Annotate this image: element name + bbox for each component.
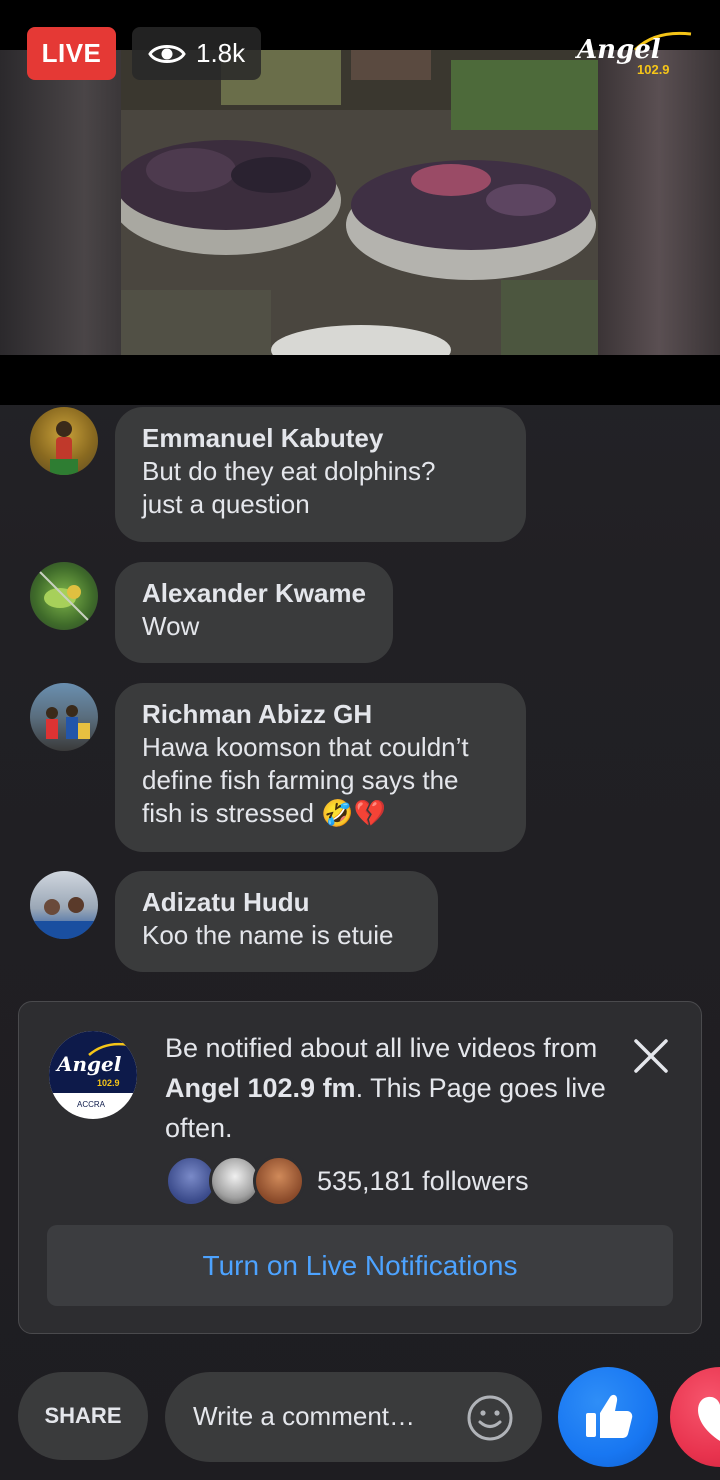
avatar[interactable] xyxy=(30,562,98,630)
comment-line: But do they eat dolphins? xyxy=(142,456,436,486)
video-player[interactable]: LIVE 1.8k Angel 102.9 xyxy=(0,0,720,405)
avatar[interactable] xyxy=(30,407,98,475)
turn-on-notifications-button[interactable]: Turn on Live Notifications xyxy=(47,1225,673,1306)
emoji-icon[interactable] xyxy=(465,1393,515,1443)
comment-bubble[interactable]: Richman Abizz GH Hawa koomson that could… xyxy=(115,683,526,852)
comment-author[interactable]: Richman Abizz GH xyxy=(142,697,499,731)
svg-text:102.9: 102.9 xyxy=(97,1078,120,1088)
like-reaction-button[interactable] xyxy=(558,1367,658,1467)
svg-text:ACCRA: ACCRA xyxy=(77,1100,106,1109)
comment-author[interactable]: Alexander Kwame xyxy=(142,576,366,610)
avatar[interactable] xyxy=(30,683,98,751)
comment-author[interactable]: Emmanuel Kabutey xyxy=(142,421,499,455)
followers-row: 535,181 followers xyxy=(165,1155,529,1207)
avatar-image xyxy=(50,421,78,475)
video-scene-image xyxy=(121,50,598,355)
comment-line: just a question xyxy=(142,489,310,519)
viewer-count: 1.8k xyxy=(132,27,262,80)
notification-message: Be notified about all live videos from A… xyxy=(165,1028,615,1148)
station-logo: Angel 102.9 xyxy=(575,31,692,77)
comment-line: define fish farming says the xyxy=(142,765,459,795)
comment-line: Koo the name is etuie xyxy=(142,920,394,950)
avatar-image xyxy=(46,705,90,739)
comment-text: Koo the name is etuie xyxy=(142,919,411,952)
comment-bubble[interactable]: Emmanuel Kabutey But do they eat dolphin… xyxy=(115,407,526,542)
thumbs-up-icon xyxy=(586,1394,633,1438)
heart-icon xyxy=(698,1396,720,1441)
video-letterbox-bottom xyxy=(0,355,720,405)
page-logo[interactable]: Angel 102.9 ACCRA xyxy=(49,1031,137,1119)
avatar-image xyxy=(39,571,89,621)
comment-line: fish is stressed 🤣💔 xyxy=(142,798,386,828)
avatar[interactable] xyxy=(30,871,98,939)
page-logo-image: Angel 102.9 ACCRA xyxy=(49,1031,137,1109)
comment-bubble[interactable]: Adizatu Hudu Koo the name is etuie xyxy=(115,871,438,972)
comment-author[interactable]: Adizatu Hudu xyxy=(142,885,411,919)
notification-text: Be notified about all live videos from xyxy=(165,1033,598,1063)
video-frame xyxy=(121,50,598,355)
svg-text:Angel: Angel xyxy=(575,35,661,65)
share-button[interactable]: SHARE xyxy=(18,1372,148,1460)
comment-line: Hawa koomson that couldn’t xyxy=(142,732,469,762)
follower-avatar xyxy=(253,1155,305,1207)
live-notification-card: Angel 102.9 ACCRA Be notified about all … xyxy=(18,1001,702,1334)
eye-icon xyxy=(148,44,186,63)
comment-input[interactable]: Write a comment… xyxy=(165,1372,542,1462)
love-reaction-button[interactable] xyxy=(670,1367,720,1467)
close-icon[interactable] xyxy=(627,1032,675,1080)
video-blur-right xyxy=(598,50,720,355)
comment-placeholder: Write a comment… xyxy=(193,1401,416,1431)
avatar-image xyxy=(30,897,98,939)
comment-text: Wow xyxy=(142,610,366,643)
comment-text: But do they eat dolphins? just a questio… xyxy=(142,455,499,521)
viewer-count-value: 1.8k xyxy=(196,38,246,68)
comment-text: Hawa koomson that couldn’t define fish f… xyxy=(142,731,499,830)
svg-text:Angel: Angel xyxy=(55,1052,122,1076)
notification-page-name[interactable]: Angel 102.9 fm xyxy=(165,1073,356,1103)
live-video-screen: LIVE 1.8k Angel 102.9 Emmanuel Kabutey B… xyxy=(0,0,720,1480)
comment-bubble[interactable]: Alexander Kwame Wow xyxy=(115,562,393,663)
followers-count: 535,181 followers xyxy=(317,1165,529,1196)
svg-text:102.9: 102.9 xyxy=(637,62,670,77)
live-badge: LIVE xyxy=(27,27,116,80)
comment-line: Wow xyxy=(142,611,200,641)
video-blur-left xyxy=(0,50,121,355)
